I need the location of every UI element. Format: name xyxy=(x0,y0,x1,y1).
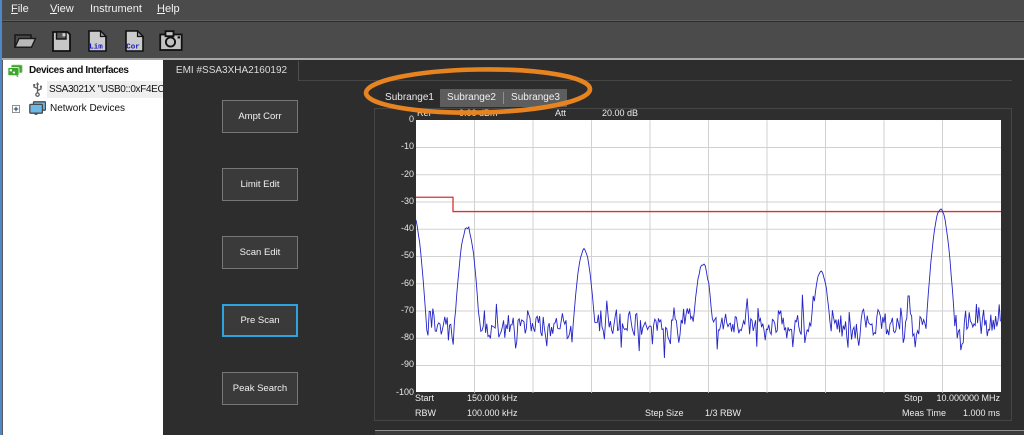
svg-text:Cor: Cor xyxy=(126,43,140,51)
svg-text:Lim: Lim xyxy=(89,43,103,51)
